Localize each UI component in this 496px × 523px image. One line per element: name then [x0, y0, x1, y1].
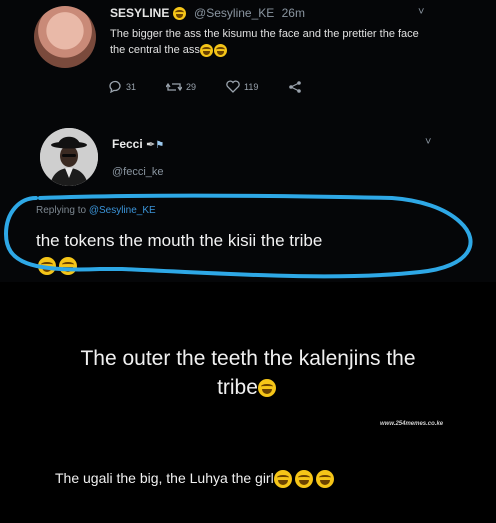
caption-line-2: tribe	[0, 373, 496, 402]
caption-2-text: The ugali the big, the Luhya the girl	[55, 470, 274, 486]
retweet-icon	[166, 82, 183, 91]
like-icon	[226, 80, 240, 93]
share-icon	[289, 81, 302, 93]
tweet-actions: 31 29 119	[108, 80, 336, 93]
display-name[interactable]: SESYLINE	[110, 6, 169, 20]
watermark: www.254memes.co.ke	[380, 421, 444, 427]
tweet-text: The bigger the ass the kisumu the face a…	[110, 26, 430, 58]
smiling-emoji-icon	[172, 7, 186, 21]
retweet-button[interactable]: 29	[166, 81, 196, 93]
user-handle: @Sesyline_KE	[194, 6, 275, 20]
like-count: 119	[244, 81, 259, 92]
laughing-emoji-icon	[199, 43, 213, 57]
laughing-emoji-icon	[273, 470, 292, 489]
like-button[interactable]: 119	[226, 80, 258, 93]
retweet-count: 29	[186, 81, 197, 92]
laughing-emoji-icon	[257, 379, 276, 398]
reply-count: 31	[126, 81, 137, 92]
original-tweet: SESYLINE @Sesyline_KE 26m ˅ The bigger t…	[0, 0, 496, 112]
highlight-scribble	[3, 193, 473, 279]
reply-button[interactable]: 31	[108, 80, 136, 93]
laughing-emoji-icon	[315, 470, 334, 489]
tweet-header: SESYLINE @Sesyline_KE 26m	[110, 6, 305, 21]
meme-caption-1: The outer the teeth the kalenjins the tr…	[0, 344, 496, 402]
share-button[interactable]	[288, 80, 306, 93]
meme-caption-2: The ugali the big, the Luhya the girl	[55, 470, 337, 489]
reply-tweet: Fecci ✒⚑ @fecci_ke ˅ Replying to @Sesyli…	[0, 112, 496, 282]
tweet-body: The bigger the ass the kisumu the face a…	[110, 28, 419, 56]
reply-icon	[109, 80, 121, 93]
laughing-emoji-icon	[294, 470, 313, 489]
caption-line-2-text: tribe	[217, 376, 258, 399]
timestamp: 26m	[281, 6, 305, 20]
laughing-emoji-icon	[213, 43, 227, 57]
avatar[interactable]	[34, 6, 96, 68]
caption-line-1: The outer the teeth the kalenjins the	[80, 347, 416, 370]
chevron-down-icon[interactable]: ˅	[418, 6, 424, 18]
